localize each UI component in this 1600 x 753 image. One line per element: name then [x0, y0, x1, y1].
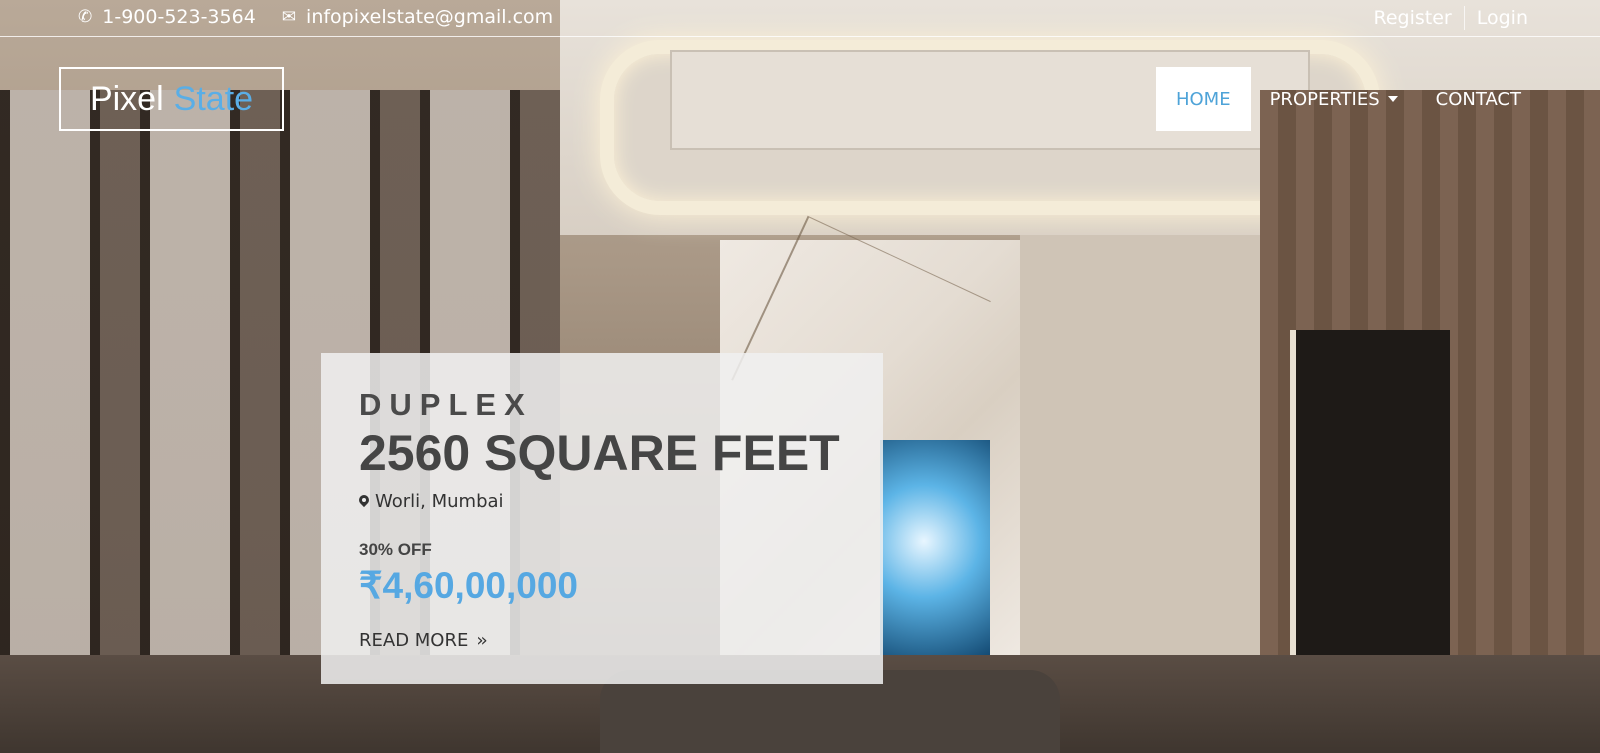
register-link[interactable]: Register	[1374, 7, 1452, 29]
dark-shelving	[1290, 330, 1450, 660]
nav-home[interactable]: HOME	[1155, 67, 1251, 131]
phone-number: 1-900-523-3564	[102, 6, 256, 28]
read-more-label: READ MORE	[359, 630, 469, 651]
email-contact[interactable]: ✉ infopixelstate@gmail.com	[282, 6, 553, 28]
auth-links: Register Login	[1374, 6, 1528, 30]
phone-icon: ✆	[78, 6, 93, 27]
logo-word-state: State	[173, 79, 254, 118]
read-more-link[interactable]: READ MORE ››	[359, 630, 488, 651]
beige-wall	[1020, 235, 1260, 655]
property-size: 2560 SQUARE FEET	[359, 425, 840, 481]
property-location-text: Worli, Mumbai	[375, 491, 504, 512]
featured-listing-card: DUPLEX 2560 SQUARE FEET Worli, Mumbai 30…	[321, 353, 883, 684]
discount-label: 30% OFF	[359, 540, 432, 559]
nav-properties-label: PROPERTIES	[1269, 88, 1380, 110]
map-marker-icon	[359, 495, 369, 509]
double-chevron-right-icon: ››	[476, 630, 488, 651]
phone-contact[interactable]: ✆ 1-900-523-3564	[78, 6, 256, 28]
login-link[interactable]: Login	[1477, 7, 1528, 29]
property-location: Worli, Mumbai	[359, 491, 845, 512]
nav-properties[interactable]: PROPERTIES	[1251, 67, 1417, 131]
envelope-icon: ✉	[281, 6, 297, 27]
auth-divider	[1463, 6, 1465, 30]
main-nav: HOME PROPERTIES CONTACT	[1155, 67, 1540, 131]
television-screen	[880, 440, 990, 665]
logo-word-pixel: Pixel	[89, 79, 164, 118]
nav-contact[interactable]: CONTACT	[1417, 67, 1540, 131]
email-address: infopixelstate@gmail.com	[306, 6, 554, 28]
property-price: ₹4,60,00,000	[359, 565, 579, 606]
contact-info: ✆ 1-900-523-3564 ✉ infopixelstate@gmail.…	[78, 6, 553, 28]
site-logo[interactable]: Pixel State	[59, 67, 284, 131]
property-type: DUPLEX	[359, 387, 533, 422]
top-bar: ✆ 1-900-523-3564 ✉ infopixelstate@gmail.…	[0, 0, 1600, 37]
caret-down-icon	[1387, 96, 1398, 102]
